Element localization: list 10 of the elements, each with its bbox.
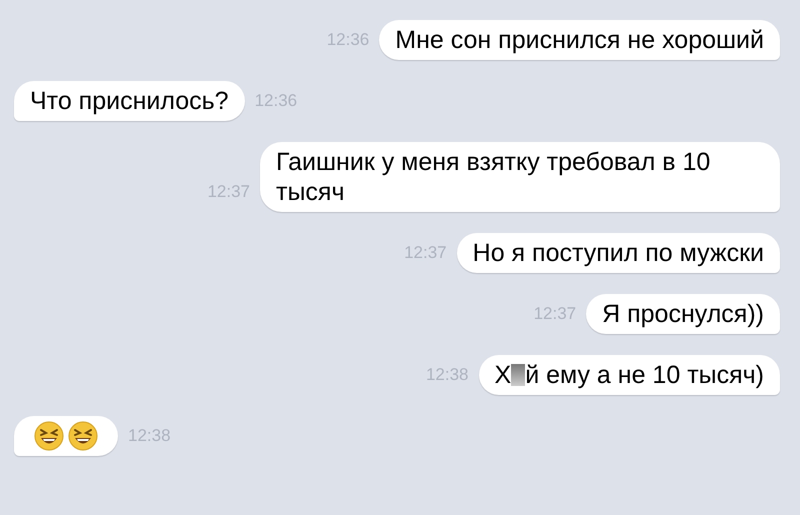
laughing-face-icon [68,421,98,451]
message-text: Х [494,360,512,390]
laughing-face-icon [34,421,64,451]
message-text: Что приснилось? [30,87,229,115]
message-text: Гаишник у меня взятку требовал в 10 тысяч [276,148,710,206]
message-text: й ему а не 10 тысяч) [525,360,764,390]
message-text: Я проснулся)) [602,300,764,328]
message-text: Мне сон приснился не хороший [395,26,764,54]
message-text: Но я поступил по мужски [472,239,764,267]
censor-block [511,364,526,386]
